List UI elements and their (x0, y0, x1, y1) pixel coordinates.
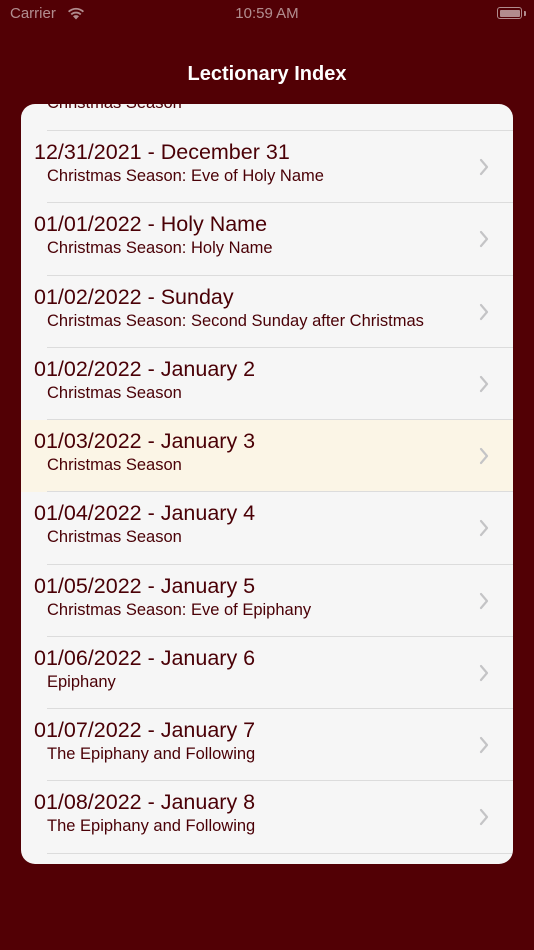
list-item-title: 01/06/2022 - January 6 (34, 645, 256, 670)
list-item-subtitle: Christmas Season (47, 104, 182, 113)
list-item[interactable]: 01/08/2022 - January 8 The Epiphany and F… (21, 781, 513, 853)
list-item-subtitle: Christmas Season: Eve of Epiphany (47, 600, 312, 619)
chevron-right-icon (479, 736, 489, 754)
list-item-partial[interactable]: Christmas Season (21, 104, 513, 130)
chevron-right-icon (479, 303, 489, 320)
list-item-subtitle: Christmas Season (47, 383, 182, 402)
lectionary-list[interactable]: Christmas Season 12/31/2021 - December 3… (21, 104, 513, 864)
list-item-subtitle: Christmas Season: Eve of Holy Name (47, 167, 324, 185)
list-item-title: 01/01/2022 - Holy Name (34, 212, 268, 237)
list-item[interactable]: 01/04/2022 - January 4 Christmas Season (21, 492, 513, 564)
list-item-subtitle: The Epiphany and Following (47, 817, 256, 836)
chevron-right-icon (479, 158, 489, 176)
page-title: Lectionary Index (187, 63, 347, 85)
list-item-subtitle: Christmas Season (47, 456, 182, 474)
list-item-title: 12/31/2021 - December 31 (34, 140, 290, 164)
chevron-right-icon (479, 809, 489, 826)
chevron-right-icon (479, 231, 489, 248)
list-item-subtitle: Christmas Season: Holy Name (47, 239, 273, 258)
list-item[interactable]: 01/05/2022 - January 5 Christmas Season: … (21, 565, 513, 637)
list-item[interactable]: 01/03/2022 - January 3 Christmas Season (21, 420, 513, 492)
list-item-title: 01/02/2022 - Sunday (34, 284, 234, 309)
battery-nub (524, 11, 526, 16)
list-item-subtitle: The Epiphany and Following (47, 745, 256, 763)
list-item-title: 01/05/2022 - January 5 (34, 573, 256, 598)
list-item[interactable]: 01/07/2022 - January 7 The Epiphany and F… (21, 709, 513, 781)
chevron-right-icon (479, 592, 489, 609)
chevron-right-icon (479, 447, 489, 465)
list-item-title: 01/08/2022 - January 8 (34, 790, 256, 815)
list-item-subtitle: Christmas Season: Second Sunday after Ch… (47, 311, 424, 330)
row-separator (47, 852, 513, 854)
list-item-subtitle: Christmas Season (47, 528, 182, 547)
list-item[interactable]: 01/02/2022 - January 2 Christmas Season (21, 348, 513, 420)
list-item[interactable]: 12/31/2021 - December 31 Christmas Season… (21, 131, 513, 203)
list-item-title: 01/02/2022 - January 2 (34, 356, 256, 381)
list-item-title: 01/04/2022 - January 4 (34, 501, 256, 526)
status-bar: Carrier 10:59 AM (0, 0, 534, 28)
list-item[interactable]: 01/02/2022 - Sunday Christmas Season: Sec… (21, 276, 513, 348)
battery-icon (497, 7, 522, 19)
list-item-subtitle: Epiphany (47, 672, 116, 691)
list-item[interactable]: 01/01/2022 - Holy Name Christmas Season: … (21, 203, 513, 275)
chevron-right-icon (479, 664, 489, 681)
chevron-right-icon (479, 375, 489, 392)
chevron-right-icon (479, 520, 489, 537)
status-time: 10:59 AM (235, 5, 299, 22)
list-item[interactable]: 01/06/2022 - January 6 Epiphany (21, 637, 513, 709)
list-item-title: 01/03/2022 - January 3 (34, 429, 256, 453)
list-item-title: 01/07/2022 - January 7 (34, 718, 256, 742)
